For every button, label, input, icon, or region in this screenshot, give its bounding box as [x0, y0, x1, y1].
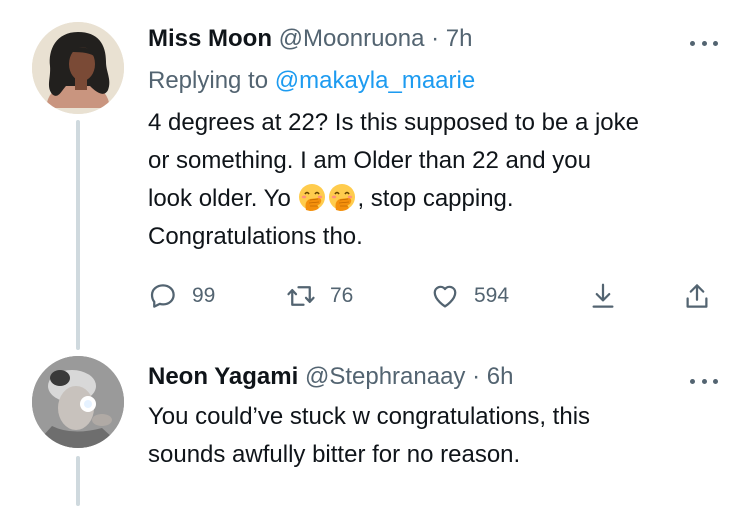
thread-line [76, 456, 80, 506]
replying-to-label: Replying to [148, 67, 269, 94]
tweet-text-line: sounds awfully bitter for no reason. [148, 441, 521, 468]
reply-icon [150, 284, 175, 308]
thread-line [76, 120, 80, 350]
avatar-miss-moon[interactable] [32, 22, 124, 114]
hand-over-mouth-emoji [299, 184, 326, 211]
separator: · [431, 25, 440, 52]
tweet-miss-moon[interactable]: Miss Moon @Moonruona · 7h Replying to @m… [0, 0, 750, 350]
tweet-text-line: You could’ve stuck w congratulations, th… [148, 403, 591, 430]
tweet-text: 4 degrees at 22? Is this supposed to be … [148, 104, 728, 256]
tweet-text: You could’ve stuck w congratulations, th… [148, 398, 728, 474]
retweet-icon [287, 286, 315, 306]
reply-button[interactable]: 99 [148, 276, 215, 316]
handle[interactable]: @Stephranaay [305, 363, 465, 390]
reply-count: 99 [192, 284, 216, 307]
display-name[interactable]: Miss Moon [148, 25, 272, 52]
display-name[interactable]: Neon Yagami [148, 363, 298, 390]
more-icon[interactable] [690, 36, 718, 50]
tweet-text-line: Congratulations tho. [148, 223, 363, 250]
tweet-text-segment: , stop capping. [357, 185, 514, 212]
bookmark-icon [592, 283, 614, 308]
tweet-text-segment: look older. Yo [148, 185, 291, 212]
tweet-text-line: or something. I am Older than 22 and you [148, 147, 591, 174]
replying-to-link[interactable]: @makayla_maarie [275, 67, 475, 94]
replying-to: Replying to @makayla_maarie [148, 66, 475, 96]
avatar-neon-yagami[interactable] [32, 356, 124, 448]
retweet-button[interactable]: 76 [286, 276, 353, 316]
avatar-photo [32, 356, 124, 448]
hand-over-mouth-emoji [329, 184, 356, 211]
tweet-neon-yagami[interactable]: Neon Yagami @Stephranaay · 6h You could’… [0, 340, 750, 506]
retweet-count: 76 [330, 284, 354, 307]
more-icon[interactable] [690, 374, 718, 388]
bookmark-button[interactable] [588, 276, 618, 316]
tweet-text-line: 4 degrees at 22? Is this supposed to be … [148, 109, 640, 136]
avatar-illustration [32, 22, 124, 114]
tweet-text-line: look older. Yo , stop capping. [148, 180, 728, 218]
tweet-header: Miss Moon @Moonruona · 7h [148, 24, 473, 54]
like-button[interactable]: 594 [430, 276, 509, 316]
share-button[interactable] [682, 276, 712, 316]
tweet-actions: 99 76 594 [148, 276, 728, 316]
tweet-header: Neon Yagami @Stephranaay · 6h [148, 362, 513, 392]
handle[interactable]: @Moonruona [279, 25, 425, 52]
share-icon [686, 284, 708, 308]
timestamp[interactable]: 6h [487, 363, 514, 390]
timestamp[interactable]: 7h [446, 25, 473, 52]
like-icon [433, 285, 457, 308]
like-count: 594 [474, 284, 510, 307]
separator: · [472, 363, 481, 390]
